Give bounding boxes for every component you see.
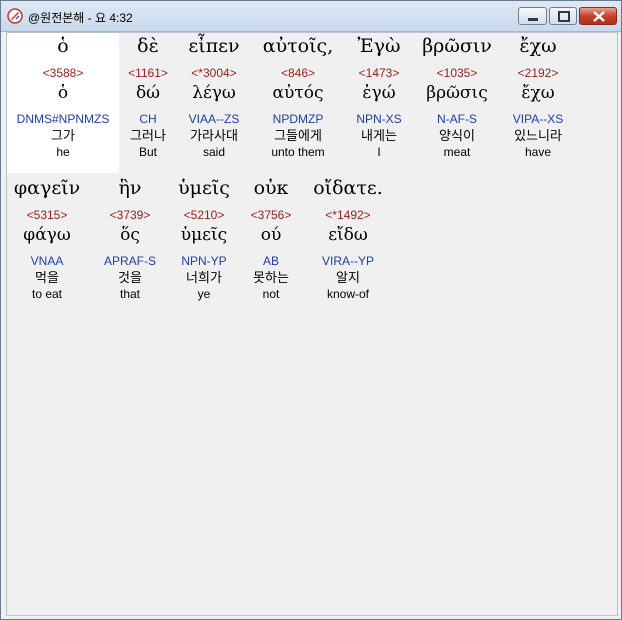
word-cell[interactable]: ἣν <3739> ὅς APRAF-S 것을 that	[93, 175, 167, 302]
greek-word: Ἐγὼ	[357, 35, 401, 57]
korean-gloss: 그들에게	[274, 128, 322, 143]
greek-word: εἶπεν	[188, 35, 240, 57]
word-cell[interactable]: οὐκ <3756> ού AB 못하는 not	[239, 175, 303, 302]
korean-gloss: 너희가	[186, 270, 222, 285]
korean-gloss: 못하는	[253, 270, 289, 285]
strong-number: <1035>	[436, 66, 478, 80]
english-gloss: ye	[197, 287, 211, 301]
window-title: @원전본해 - 요 4:32	[28, 11, 133, 25]
strong-number: <*3004>	[191, 66, 237, 80]
lemma: ἔχω	[521, 83, 555, 103]
lemma: αὐτός	[272, 83, 324, 103]
greek-word: φαγεῖν	[13, 177, 81, 199]
maximize-icon	[558, 11, 570, 22]
lemma: ὅς	[120, 225, 140, 245]
morphology-code: NPN-YP	[181, 254, 227, 268]
lemma: ἐγώ	[362, 83, 396, 103]
lemma: βρῶσις	[426, 83, 488, 103]
title-bar[interactable]: @원전본해 - 요 4:32	[1, 1, 621, 32]
morphology-code: N-AF-S	[437, 112, 477, 126]
strong-number: <5210>	[183, 208, 225, 222]
english-gloss: he	[56, 145, 70, 159]
lemma: λέγω	[192, 83, 236, 103]
greek-word: ὑμεῖς	[178, 177, 230, 199]
english-gloss: not	[262, 287, 280, 301]
interlinear-panel[interactable]: ὁ <3588> ὁ DNMS#NPNMZS 그가 he δὲ <1161> δ…	[6, 32, 618, 616]
lemma: ὑμεῖς	[180, 225, 228, 245]
strong-number: <5315>	[26, 208, 68, 222]
morphology-code: APRAF-S	[103, 254, 156, 268]
lemma: ού	[260, 225, 282, 245]
morphology-code: DNMS#NPNMZS	[16, 112, 110, 126]
morphology-code: AB	[262, 254, 279, 268]
morphology-code: NPN-XS	[356, 112, 402, 126]
lemma: εἴδω	[328, 225, 368, 245]
korean-gloss: 내게는	[361, 128, 397, 143]
morphology-code: VIAA--ZS	[188, 112, 240, 126]
korean-gloss: 있느니라	[514, 128, 562, 143]
lemma: ὁ	[57, 83, 69, 103]
korean-gloss: 먹을	[35, 270, 59, 285]
greek-word: ὁ	[57, 35, 69, 57]
app-window: @원전본해 - 요 4:32 ὁ <3588> ὁ DNMS#NPNMZS 그가…	[0, 0, 622, 620]
greek-word: ἣν	[118, 177, 142, 199]
greek-word: ἔχω	[519, 35, 557, 57]
morphology-code: VIPA--XS	[512, 112, 564, 126]
greek-word: βρῶσιν	[422, 35, 492, 57]
close-button[interactable]	[579, 7, 617, 25]
english-gloss: said	[202, 145, 225, 159]
morphology-code: NPDMZP	[272, 112, 324, 126]
minimize-button[interactable]	[518, 7, 547, 25]
english-gloss: know-of	[326, 287, 370, 301]
english-gloss: have	[524, 145, 552, 159]
korean-gloss: 양식이	[439, 128, 475, 143]
greek-word: οἴδατε.	[313, 177, 383, 199]
morphology-code: VIRA--YP	[321, 254, 374, 268]
korean-gloss: 그가	[51, 128, 75, 143]
greek-word: αὐτοῖς,	[262, 35, 334, 57]
english-gloss: to eat	[31, 287, 63, 301]
strong-number: <3756>	[250, 208, 292, 222]
bible-app-icon[interactable]	[7, 8, 23, 24]
word-cell[interactable]: ὁ <3588> ὁ DNMS#NPNMZS 그가 he	[7, 33, 119, 160]
strong-number: <846>	[280, 66, 316, 80]
greek-word: οὐκ	[253, 177, 289, 199]
word-cell[interactable]: φαγεῖν <5315> φάγω VNAA 먹을 to eat	[7, 175, 87, 302]
korean-gloss: 것을	[118, 270, 142, 285]
word-cell[interactable]: βρῶσιν <1035> βρῶσις N-AF-S 양식이 meat	[413, 33, 501, 160]
strong-number: <2192>	[517, 66, 559, 80]
word-cell[interactable]: εἶπεν <*3004> λέγω VIAA--ZS 가라사대 said	[173, 33, 255, 160]
word-cell[interactable]: Ἐγὼ <1473> ἐγώ NPN-XS 내게는 I	[345, 33, 413, 160]
close-icon	[593, 11, 605, 22]
strong-number: <1473>	[358, 66, 400, 80]
word-cell[interactable]: ἔχω <2192> ἔχω VIPA--XS 있느니라 have	[501, 33, 575, 160]
strong-number: <*1492>	[325, 208, 371, 222]
korean-gloss: 알지	[336, 270, 360, 285]
word-cell[interactable]: ὑμεῖς <5210> ὑμεῖς NPN-YP 너희가 ye	[169, 175, 239, 302]
word-cell[interactable]: αὐτοῖς, <846> αὐτός NPDMZP 그들에게 unto the…	[253, 33, 343, 160]
english-gloss: meat	[443, 145, 471, 159]
word-cell[interactable]: οἴδατε. <*1492> εἴδω VIRA--YP 알지 know-of	[303, 175, 393, 302]
morphology-code: VNAA	[30, 254, 64, 268]
korean-gloss: 가라사대	[190, 128, 238, 143]
strong-number: <3739>	[109, 208, 151, 222]
lemma: φάγω	[23, 225, 71, 245]
english-gloss: that	[119, 287, 140, 301]
minimize-icon	[528, 18, 538, 21]
english-gloss: I	[377, 145, 381, 159]
english-gloss: unto them	[271, 145, 325, 159]
maximize-button[interactable]	[549, 7, 577, 25]
strong-number: <3588>	[42, 66, 84, 80]
